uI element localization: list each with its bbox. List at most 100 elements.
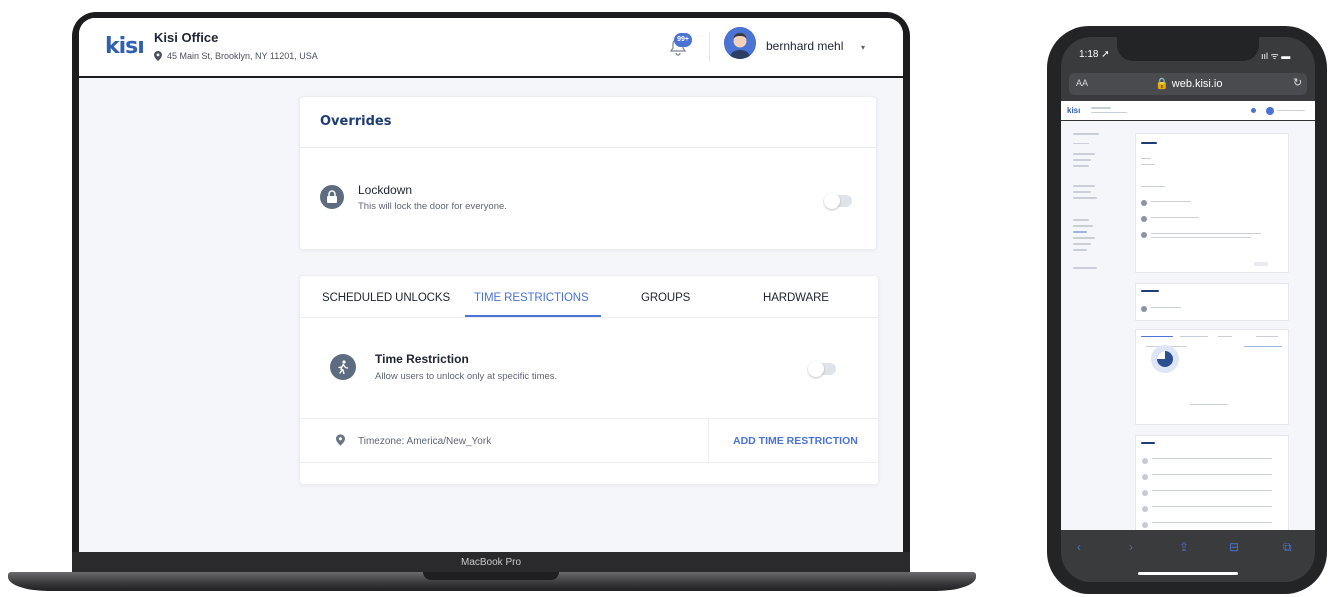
address-text: 45 Main St, Brooklyn, NY 11201, USA	[167, 51, 318, 61]
mini-kisi-logo: kisı	[1067, 106, 1081, 115]
mini-button	[1254, 262, 1268, 266]
mini-text	[1152, 474, 1272, 475]
mini-tabs-card	[1135, 329, 1289, 425]
overrides-divider	[300, 147, 876, 148]
mini-sidebar-item	[1073, 225, 1093, 227]
mobile-web-page: kisı	[1061, 101, 1315, 530]
mini-text	[1141, 164, 1155, 165]
add-time-restriction-button[interactable]: ADD TIME RESTRICTION	[733, 435, 858, 447]
mini-sidebar-item	[1073, 153, 1095, 155]
user-avatar[interactable]	[724, 27, 756, 59]
mini-text	[1151, 307, 1181, 308]
mini-title	[1141, 442, 1155, 444]
toggle-knob	[824, 193, 840, 209]
mini-sidebar-item	[1073, 159, 1091, 161]
mini-text	[1152, 490, 1272, 491]
lock-icon	[320, 185, 344, 209]
mini-text	[1151, 233, 1261, 234]
home-indicator[interactable]	[1138, 572, 1238, 575]
mini-text	[1151, 201, 1191, 202]
share-icon[interactable]: ⇪	[1179, 540, 1189, 554]
browser-url-bar[interactable]: AA 🔒 web.kisi.io ↻	[1069, 73, 1307, 95]
url-text[interactable]: 🔒 web.kisi.io	[1155, 77, 1223, 90]
mini-row-icon	[1141, 200, 1147, 206]
mini-text	[1151, 237, 1251, 238]
mini-tab	[1141, 336, 1173, 337]
laptop-hinge-notch	[423, 572, 559, 580]
forward-icon[interactable]: ›	[1129, 540, 1133, 554]
lockdown-subtitle: This will lock the door for everyone.	[358, 201, 507, 212]
mini-event-icon	[1142, 490, 1148, 496]
bookmarks-icon[interactable]: ⊟	[1229, 540, 1239, 554]
time-restriction-subtitle: Allow users to unlock only at specific t…	[375, 371, 558, 382]
back-icon[interactable]: ‹	[1077, 540, 1081, 554]
mini-event-icon	[1142, 458, 1148, 464]
toggle-knob	[808, 361, 824, 377]
mini-bell-icon	[1251, 108, 1256, 113]
mini-text	[1152, 522, 1272, 523]
user-name[interactable]: bernhard mehl	[766, 39, 843, 53]
mini-row-icon	[1141, 306, 1147, 312]
phone-notch	[1117, 37, 1259, 61]
mini-link	[1244, 346, 1282, 347]
mini-events-card	[1135, 435, 1289, 530]
device-mockup-stage: kisı Kisi Office 45 Main St, Brooklyn, N…	[0, 0, 1333, 597]
overrides-title: Overrides	[320, 114, 392, 129]
kisi-logo[interactable]: kisı	[105, 34, 145, 59]
door-settings-card: SCHEDULED UNLOCKS TIME RESTRICTIONS GROU…	[299, 275, 879, 485]
mini-sidebar-item	[1073, 243, 1091, 245]
mini-event-icon	[1142, 506, 1148, 512]
mini-tab	[1256, 336, 1278, 337]
mini-sidebar-item	[1073, 133, 1099, 135]
location-pin-icon	[154, 51, 162, 61]
tabs-divider	[300, 317, 878, 318]
mini-tab	[1180, 336, 1208, 337]
mini-text	[1151, 217, 1199, 218]
mini-sidebar-item	[1073, 237, 1095, 239]
mini-text	[1091, 107, 1111, 109]
tabs-icon[interactable]: ⧉	[1283, 540, 1292, 555]
walking-person-icon	[330, 354, 356, 380]
mini-pie-chart-icon	[1151, 345, 1179, 373]
mini-sidebar-item	[1073, 267, 1097, 269]
mini-text	[1141, 186, 1165, 187]
app-header: kisı Kisi Office 45 Main St, Brooklyn, N…	[79, 18, 903, 78]
reader-aa-button[interactable]: AA	[1076, 78, 1088, 88]
organization-address: 45 Main St, Brooklyn, NY 11201, USA	[154, 51, 318, 61]
mini-text	[1277, 110, 1305, 111]
mini-avatar	[1266, 107, 1274, 115]
mini-event-icon	[1142, 522, 1148, 528]
organization-name[interactable]: Kisi Office	[154, 30, 218, 45]
mini-sidebar-item	[1073, 165, 1089, 167]
tab-time-restrictions[interactable]: TIME RESTRICTIONS	[474, 292, 589, 304]
time-restriction-toggle[interactable]	[808, 361, 836, 377]
mini-app-header: kisı	[1061, 101, 1315, 121]
mini-sidebar-item	[1073, 185, 1095, 187]
mini-title	[1141, 290, 1159, 292]
lockdown-title: Lockdown	[358, 183, 413, 197]
laptop-chin: MacBook Pro	[72, 552, 910, 574]
mini-sidebar-item	[1073, 249, 1087, 251]
mini-row-icon	[1141, 232, 1147, 238]
header-divider	[709, 32, 710, 62]
mini-sidebar-item	[1073, 231, 1087, 233]
tab-scheduled-unlocks[interactable]: SCHEDULED UNLOCKS	[322, 292, 450, 304]
phone-screen: 1:18 ➚ ııl ᯤ ▬ AA 🔒 web.kisi.io ↻ kisı ‹…	[1061, 37, 1315, 582]
mini-text	[1141, 158, 1151, 159]
tab-hardware[interactable]: HARDWARE	[763, 292, 829, 304]
tab-groups[interactable]: GROUPS	[641, 292, 690, 304]
mini-text	[1190, 404, 1228, 405]
mini-tab	[1218, 336, 1232, 337]
chevron-down-icon[interactable]: ▾	[861, 43, 865, 52]
device-label: MacBook Pro	[460, 557, 522, 568]
lockdown-toggle[interactable]	[824, 193, 852, 209]
mini-sidebar-item	[1073, 197, 1097, 199]
mini-title	[1141, 142, 1157, 144]
mini-door-card	[1135, 133, 1289, 273]
bottom-divider	[300, 462, 878, 463]
mini-row-icon	[1141, 216, 1147, 222]
mini-text	[1091, 112, 1127, 113]
mini-sidebar-item	[1073, 143, 1089, 144]
reload-icon[interactable]: ↻	[1293, 76, 1302, 89]
timezone-label: Timezone: America/New_York	[358, 436, 492, 447]
